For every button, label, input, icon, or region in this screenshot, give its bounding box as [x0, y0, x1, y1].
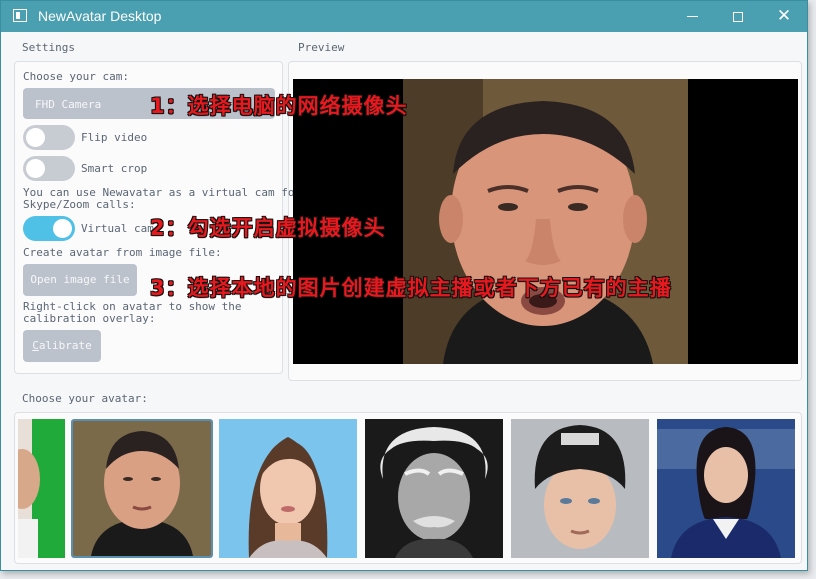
- window-title: NewAvatar Desktop: [38, 8, 162, 24]
- virtual-cam-label: Virtual cam: [81, 222, 154, 235]
- avatar-partial-image: [18, 419, 65, 558]
- toggle-knob: [26, 128, 45, 147]
- annotation-step-3: 3：选择本地的图片创建虚拟主播或者下方已有的主播: [150, 276, 672, 300]
- cam-label: Choose your cam:: [23, 70, 129, 83]
- title-bar[interactable]: NewAvatar Desktop ✕: [1, 1, 807, 32]
- close-icon: ✕: [776, 6, 792, 26]
- app-icon: [13, 9, 27, 22]
- minimize-button[interactable]: [669, 1, 715, 32]
- annotation-step-1: 1：选择电脑的网络摄像头: [150, 94, 408, 118]
- avatar-thumb-woman[interactable]: [219, 419, 357, 558]
- flip-video-toggle[interactable]: [23, 125, 75, 150]
- maximize-button[interactable]: [715, 1, 761, 32]
- virtual-cam-info-line2: Skype/Zoom calls:: [23, 198, 136, 211]
- toggle-knob: [53, 219, 72, 238]
- avatar-einstein-image: [365, 419, 503, 558]
- virtual-cam-toggle[interactable]: [23, 216, 75, 241]
- preview-heading: Preview: [298, 41, 345, 54]
- avatar-thumb-einstein[interactable]: [365, 419, 503, 558]
- calibration-info-line2: calibration overlay:: [23, 312, 156, 325]
- smart-crop-label: Smart crop: [81, 162, 148, 175]
- calibrate-button[interactable]: Calibrate: [23, 330, 101, 362]
- toggle-knob: [26, 159, 45, 178]
- close-button[interactable]: ✕: [761, 1, 807, 32]
- open-image-button[interactable]: Open image file: [23, 264, 137, 296]
- maximize-icon: [733, 11, 743, 22]
- avatar-thumb-news-anchor[interactable]: [657, 419, 795, 558]
- avatar-thumb-selected[interactable]: [71, 419, 213, 558]
- avatar-woman-image: [219, 419, 357, 558]
- avatar-news-anchor-image: [657, 419, 795, 558]
- avatar-beanie-man-image: [511, 419, 649, 558]
- minimize-icon: [686, 16, 698, 17]
- avatar-bald-man-image: [73, 421, 211, 556]
- avatar-thumb-partial[interactable]: [18, 419, 65, 558]
- smart-crop-toggle[interactable]: [23, 156, 75, 181]
- flip-video-label: Flip video: [81, 131, 148, 144]
- settings-heading: Settings: [22, 41, 75, 54]
- annotation-step-2: 2：勾选开启虚拟摄像头: [150, 216, 386, 240]
- avatar-thumb-beanie-man[interactable]: [511, 419, 649, 558]
- avatar-heading: Choose your avatar:: [22, 392, 148, 405]
- create-avatar-label: Create avatar from image file:: [23, 246, 222, 259]
